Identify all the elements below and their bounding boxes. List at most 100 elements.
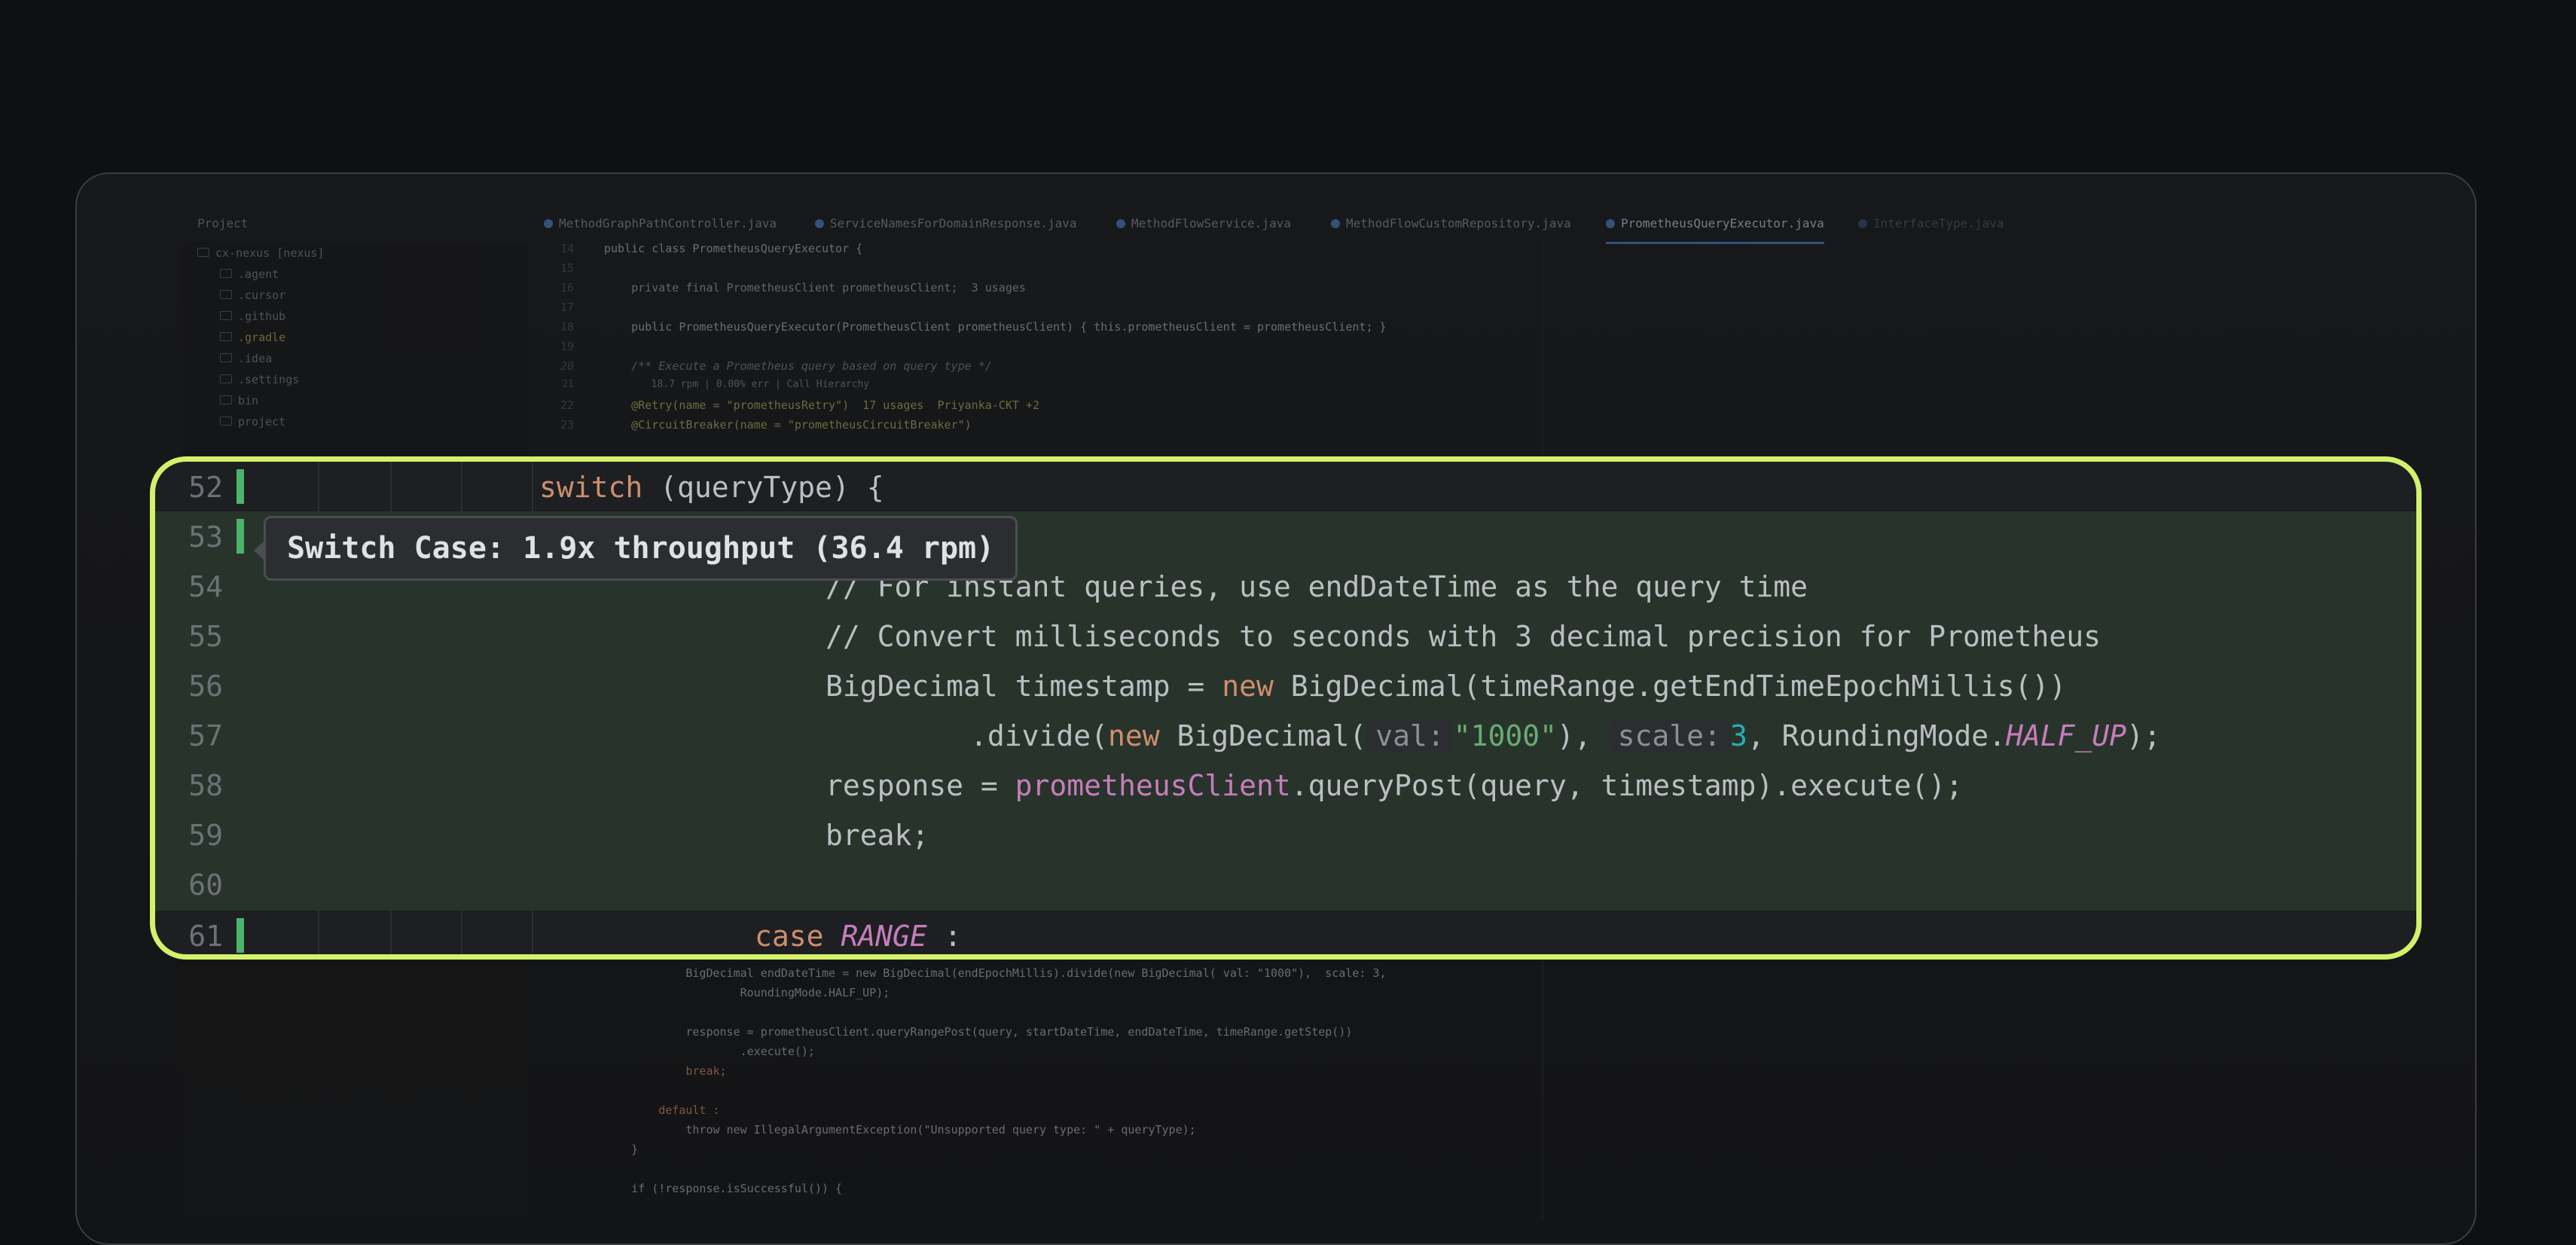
tree-item[interactable]: .settings [220, 373, 299, 386]
java-file-icon [1331, 219, 1340, 228]
java-file-icon [544, 219, 553, 228]
tree-item[interactable]: bin [220, 394, 258, 407]
tree-item-label: .github [238, 310, 286, 323]
tab-label: MethodFlowCustomRepository.java [1346, 216, 1571, 230]
tab-method-flow-service[interactable]: MethodFlowService.java [1116, 216, 1291, 239]
code-line: .execute(); [604, 1045, 815, 1058]
code-line-56: 56 BigDecimal timestamp = new BigDecimal… [155, 661, 2416, 710]
project-panel-label[interactable]: Project [197, 216, 248, 239]
code-line-52: 52 switch (queryType) { [155, 462, 2416, 511]
code-line-55: 55 // Convert milliseconds to seconds wi… [155, 611, 2416, 661]
line-number: 53 [188, 520, 223, 554]
line-number: 58 [188, 769, 223, 802]
code-line: BigDecimal endDateTime = new BigDecimal(… [604, 966, 1387, 980]
tab-service-names-for-domain-response[interactable]: ServiceNamesForDomainResponse.java [815, 216, 1077, 239]
code-line: 16 private final PrometheusClient promet… [560, 281, 1026, 294]
tree-item-label: .cursor [238, 288, 286, 302]
zoomed-code-panel: 52 switch (queryType) { 53 54 // For ins… [150, 456, 2422, 960]
code-line-60: 60 [155, 859, 2416, 909]
line-number: 54 [188, 570, 223, 603]
code-vision-hint[interactable]: 21 18.7 rpm | 0.00% err | Call Hierarchy [529, 379, 869, 397]
code-line-61: 61 case RANGE : [155, 911, 2416, 954]
code-line: RoundingMode.HALF_UP); [604, 986, 890, 999]
gutter-change-marker [237, 519, 244, 554]
folder-icon [220, 353, 232, 362]
tab-method-graph-path-controller[interactable]: MethodGraphPathController.java [544, 216, 777, 239]
java-file-icon [815, 219, 824, 228]
code-line: throw new IllegalArgumentException("Unsu… [604, 1123, 1196, 1137]
folder-icon [220, 417, 232, 426]
line-number: 61 [188, 920, 223, 953]
tree-root[interactable]: cx-nexus [nexus] [197, 246, 325, 260]
throughput-tooltip: Switch Case: 1.9x throughput (36.4 rpm) [253, 516, 1018, 581]
code-line: 14 public class PrometheusQueryExecutor { [560, 242, 863, 255]
tree-item-label: bin [238, 394, 259, 407]
code-line: response = prometheusClient.queryRangePo… [604, 1025, 1353, 1039]
tree-item-label: .settings [238, 373, 300, 386]
code-line: default : [604, 1103, 720, 1117]
java-file-icon [1858, 219, 1867, 228]
code-comment: // Convert milliseconds to seconds with … [826, 620, 2101, 653]
tree-item[interactable]: .idea [220, 352, 272, 365]
code-text: response = prometheusClient.queryPost(qu… [826, 769, 1963, 802]
code-line: 17 [560, 301, 574, 314]
tree-item-label: .gradle [238, 331, 286, 344]
line-number: 56 [188, 670, 223, 703]
code-text: case RANGE : [755, 920, 962, 953]
tree-item-label: project [238, 415, 286, 429]
java-file-icon [1116, 219, 1125, 228]
tree-root-label: cx-nexus [nexus] [215, 246, 325, 260]
line-number: 57 [188, 719, 223, 752]
parameter-hint: scale: [1608, 719, 1730, 752]
code-line: 19 [560, 340, 574, 353]
folder-icon [220, 269, 232, 278]
folder-icon [197, 248, 209, 257]
tree-item[interactable]: .agent [220, 267, 279, 281]
line-number: 60 [188, 868, 223, 902]
gutter-change-marker [237, 469, 244, 504]
tree-item[interactable]: .cursor [220, 288, 285, 302]
folder-icon [220, 395, 232, 404]
tree-item-label: .agent [238, 267, 279, 281]
code-line: 23 @CircuitBreaker(name = "prometheusCir… [560, 418, 972, 432]
line-number: 55 [188, 620, 223, 653]
tab-label: InterfaceType.java [1873, 216, 2004, 230]
code-line: if (!response.isSuccessful()) { [604, 1182, 843, 1195]
line-number: 52 [188, 471, 223, 504]
code-text: break; [826, 819, 929, 852]
code-line: 20 /** Execute a Prometheus query based … [560, 359, 992, 373]
code-line: 18 public PrometheusQueryExecutor(Promet… [560, 320, 1387, 334]
code-line: 22 @Retry(name = "prometheusRetry") 17 u… [560, 398, 1039, 412]
code-line-58: 58 response = prometheusClient.queryPost… [155, 760, 2416, 810]
code-text: BigDecimal timestamp = new BigDecimal(ti… [826, 670, 2067, 703]
line-number: 59 [188, 819, 223, 852]
folder-icon [220, 332, 232, 341]
tree-item[interactable]: .github [220, 310, 285, 323]
code-line-57: 57 .divide(new BigDecimal(val: "1000"), s… [155, 710, 2416, 760]
tab-label: PrometheusQueryExecutor.java [1621, 216, 1824, 230]
tab-method-flow-custom-repository[interactable]: MethodFlowCustomRepository.java [1331, 216, 1571, 239]
editor-tab-bar: Project MethodGraphPathController.java S… [182, 212, 2065, 244]
code-text: switch (queryType) { [539, 471, 884, 504]
folder-icon [220, 374, 232, 383]
tree-item[interactable]: project [220, 415, 285, 429]
code-text: .divide(new BigDecimal(val: "1000"), scal… [970, 719, 2161, 752]
folder-icon [220, 290, 232, 299]
tab-label: MethodGraphPathController.java [559, 216, 777, 230]
code-line: 15 [560, 261, 574, 275]
code-line: break; [604, 1064, 727, 1078]
tree-item-label: .idea [238, 352, 273, 365]
tab-prometheus-query-executor[interactable]: PrometheusQueryExecutor.java [1606, 216, 1824, 244]
gutter-change-marker [237, 918, 244, 953]
code-line: } [604, 1143, 639, 1156]
tab-label: MethodFlowService.java [1131, 216, 1291, 230]
tab-interface-type[interactable]: InterfaceType.java [1858, 216, 2004, 239]
folder-icon [220, 311, 232, 320]
parameter-hint: val: [1366, 719, 1454, 752]
code-line-59: 59 break; [155, 810, 2416, 859]
tree-item[interactable]: .gradle [220, 331, 285, 344]
tab-label: ServiceNamesForDomainResponse.java [830, 216, 1077, 230]
